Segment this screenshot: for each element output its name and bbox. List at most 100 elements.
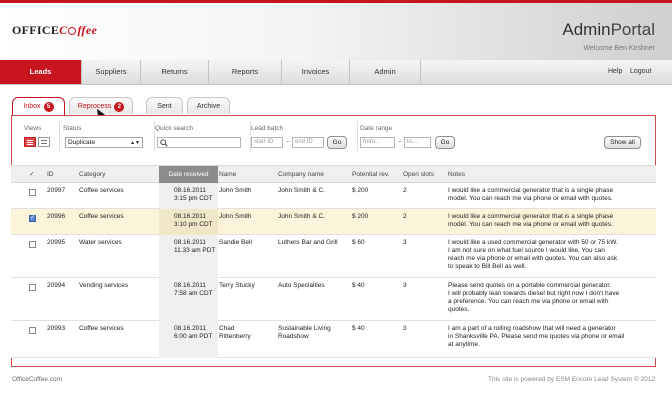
status-label: Status — [63, 125, 82, 132]
quick-search-group: Quick search — [155, 121, 251, 151]
cell-company: John Smith & C. — [278, 213, 325, 220]
main-nav: Leads Suppliers Returns Reports Invoices… — [0, 60, 672, 85]
header-company-name[interactable]: Company name — [278, 166, 324, 183]
status-group: Status Duplicate ▲▼ — [60, 121, 155, 151]
quick-search-input[interactable] — [157, 137, 241, 148]
cell-id: 20996 — [47, 213, 66, 220]
cell-open-slots: 2 — [403, 187, 407, 194]
header: OFFICEC ffee AdminPortal Welcome Ben Kirs… — [0, 3, 672, 60]
cell-name: Terry Stucky — [219, 282, 255, 289]
start-id-input[interactable]: start ID — [251, 137, 283, 148]
cell-name: John Smith — [219, 213, 252, 220]
show-all-button[interactable]: Show all — [604, 136, 641, 149]
cell-open-slots: 3 — [403, 239, 407, 246]
portal-title-left: Admin — [562, 20, 611, 39]
cell-category: Vending services — [79, 282, 129, 289]
row-checkbox[interactable] — [29, 214, 36, 222]
logout-link[interactable]: Logout — [630, 60, 651, 84]
cell-category: Water services — [79, 239, 122, 246]
cell-notes-line: model. You can reach me via phone or ema… — [448, 195, 613, 202]
cell-notes-line: at anytime. — [448, 341, 480, 348]
table-row[interactable]: 20997 Coffee services 08.16.2011 3:15 pm CD… — [11, 183, 656, 209]
cell-company: John Smith & C. — [278, 187, 325, 194]
date-to-input[interactable]: to... — [404, 137, 431, 148]
portal-title-right: Portal — [610, 20, 655, 39]
cell-id: 20997 — [47, 187, 66, 194]
header-id[interactable]: ID — [47, 166, 54, 183]
header-potential-rev[interactable]: Potential rev. — [352, 166, 389, 183]
cell-open-slots: 2 — [403, 213, 407, 220]
logo[interactable]: OFFICEC ffee — [12, 23, 97, 38]
reprocess-count-badge: 2 — [114, 101, 125, 112]
status-select[interactable]: Duplicate ▲▼ — [65, 137, 143, 148]
quick-search-label: Quick search — [155, 125, 193, 132]
cell-time: 11.33 am PDT — [174, 247, 216, 254]
cell-notes-line: to speak to Bill Bell as well. — [448, 263, 527, 270]
subtab-inbox[interactable]: Inbox 5 — [12, 97, 65, 116]
subtab-sent[interactable]: Sent — [146, 97, 183, 114]
views-group: Views — [12, 121, 60, 151]
filter-bar: Views Status Duplicate ▲▼ Quick search Le… — [12, 121, 655, 151]
cell-company: Luthers Bar and Grill — [278, 239, 338, 246]
date-range-dash: – — [398, 138, 402, 145]
row-checkbox[interactable] — [29, 327, 36, 334]
date-range-label: Date range — [360, 125, 393, 132]
cell-category: Coffee services — [79, 187, 124, 194]
tab-suppliers[interactable]: Suppliers — [82, 60, 141, 84]
cell-time: 6:00 am PDT — [174, 333, 213, 340]
subtab-inbox-label: Inbox — [23, 103, 41, 110]
cell-notes-line: a preference. You can reach me via phone… — [448, 298, 609, 305]
tab-admin[interactable]: Admin — [350, 60, 421, 84]
footer-powered-by: This site is powered by ESM Encore Lead … — [487, 376, 655, 383]
inbox-count-badge: 5 — [43, 101, 54, 112]
cell-time: 3:15 pm CDT — [174, 195, 213, 202]
portal-title: AdminPortal — [562, 20, 655, 40]
tab-invoices[interactable]: Invoices — [282, 60, 350, 84]
status-select-value: Duplicate — [68, 139, 96, 146]
header-open-slots[interactable]: Open slots — [403, 166, 434, 183]
lead-batch-go-button[interactable]: Go — [327, 136, 347, 149]
cell-time: 3:10 pm CDT — [174, 221, 213, 228]
lead-batch-label: Lead batch — [251, 125, 284, 132]
cell-name: John Smith — [219, 187, 252, 194]
help-link[interactable]: Help — [608, 60, 622, 84]
date-range-go-button[interactable]: Go — [435, 136, 455, 149]
header-notes[interactable]: Notes — [448, 166, 465, 183]
cell-potential-rev: $ 40 — [352, 282, 365, 289]
cell-potential-rev: $ 200 — [352, 213, 369, 220]
cell-id: 20995 — [47, 239, 66, 246]
tab-leads[interactable]: Leads — [0, 60, 82, 84]
cell-id: 20993 — [47, 325, 66, 332]
header-name[interactable]: Name — [219, 166, 236, 183]
cell-company-line2: Roadshow — [278, 333, 309, 340]
cell-category: Coffee services — [79, 325, 124, 332]
header-date-received[interactable]: Date received — [159, 166, 218, 183]
detail-view-icon[interactable] — [38, 137, 50, 147]
subtab-archive[interactable]: Archive — [187, 97, 230, 114]
cell-notes-line: model. You can reach me via phone or ema… — [448, 221, 613, 228]
select-all-header[interactable]: ✓ — [29, 166, 34, 183]
table-row[interactable]: 20996Coffee services08.16.20113:10 pm CD… — [11, 209, 656, 235]
tab-returns[interactable]: Returns — [141, 60, 209, 84]
cell-name: Sandie Bell — [219, 239, 252, 246]
cell-potential-rev: $ 200 — [352, 187, 369, 194]
tab-reports[interactable]: Reports — [209, 60, 282, 84]
table-row[interactable]: 20993 Coffee services 08.16.2011 6:00 am PD… — [11, 321, 656, 358]
row-checkbox[interactable] — [29, 189, 36, 196]
cell-potential-rev: $ 60 — [352, 239, 365, 246]
row-checkbox[interactable] — [29, 241, 36, 248]
cell-open-slots: 3 — [403, 282, 407, 289]
date-from-input[interactable]: from... — [360, 137, 395, 148]
views-label: Views — [24, 125, 42, 132]
table-row[interactable]: 20995 Water services 08.16.2011 11.33 am PD… — [11, 235, 656, 278]
header-category[interactable]: Category — [79, 166, 105, 183]
list-view-icon[interactable] — [24, 137, 36, 147]
table-row[interactable]: 20994 Vending services 08.16.2011 7:58 am C… — [11, 278, 656, 321]
footer-site-link[interactable]: OfficeCoffee.com — [12, 376, 62, 383]
chevron-updown-icon: ▲▼ — [130, 140, 140, 146]
cell-category: Coffee services — [79, 213, 124, 220]
cell-potential-rev: $ 40 — [352, 325, 365, 332]
row-checkbox[interactable] — [29, 284, 36, 291]
end-id-input[interactable]: end ID — [292, 137, 324, 148]
date-range-group: Date range from... – to... Go — [358, 121, 468, 151]
